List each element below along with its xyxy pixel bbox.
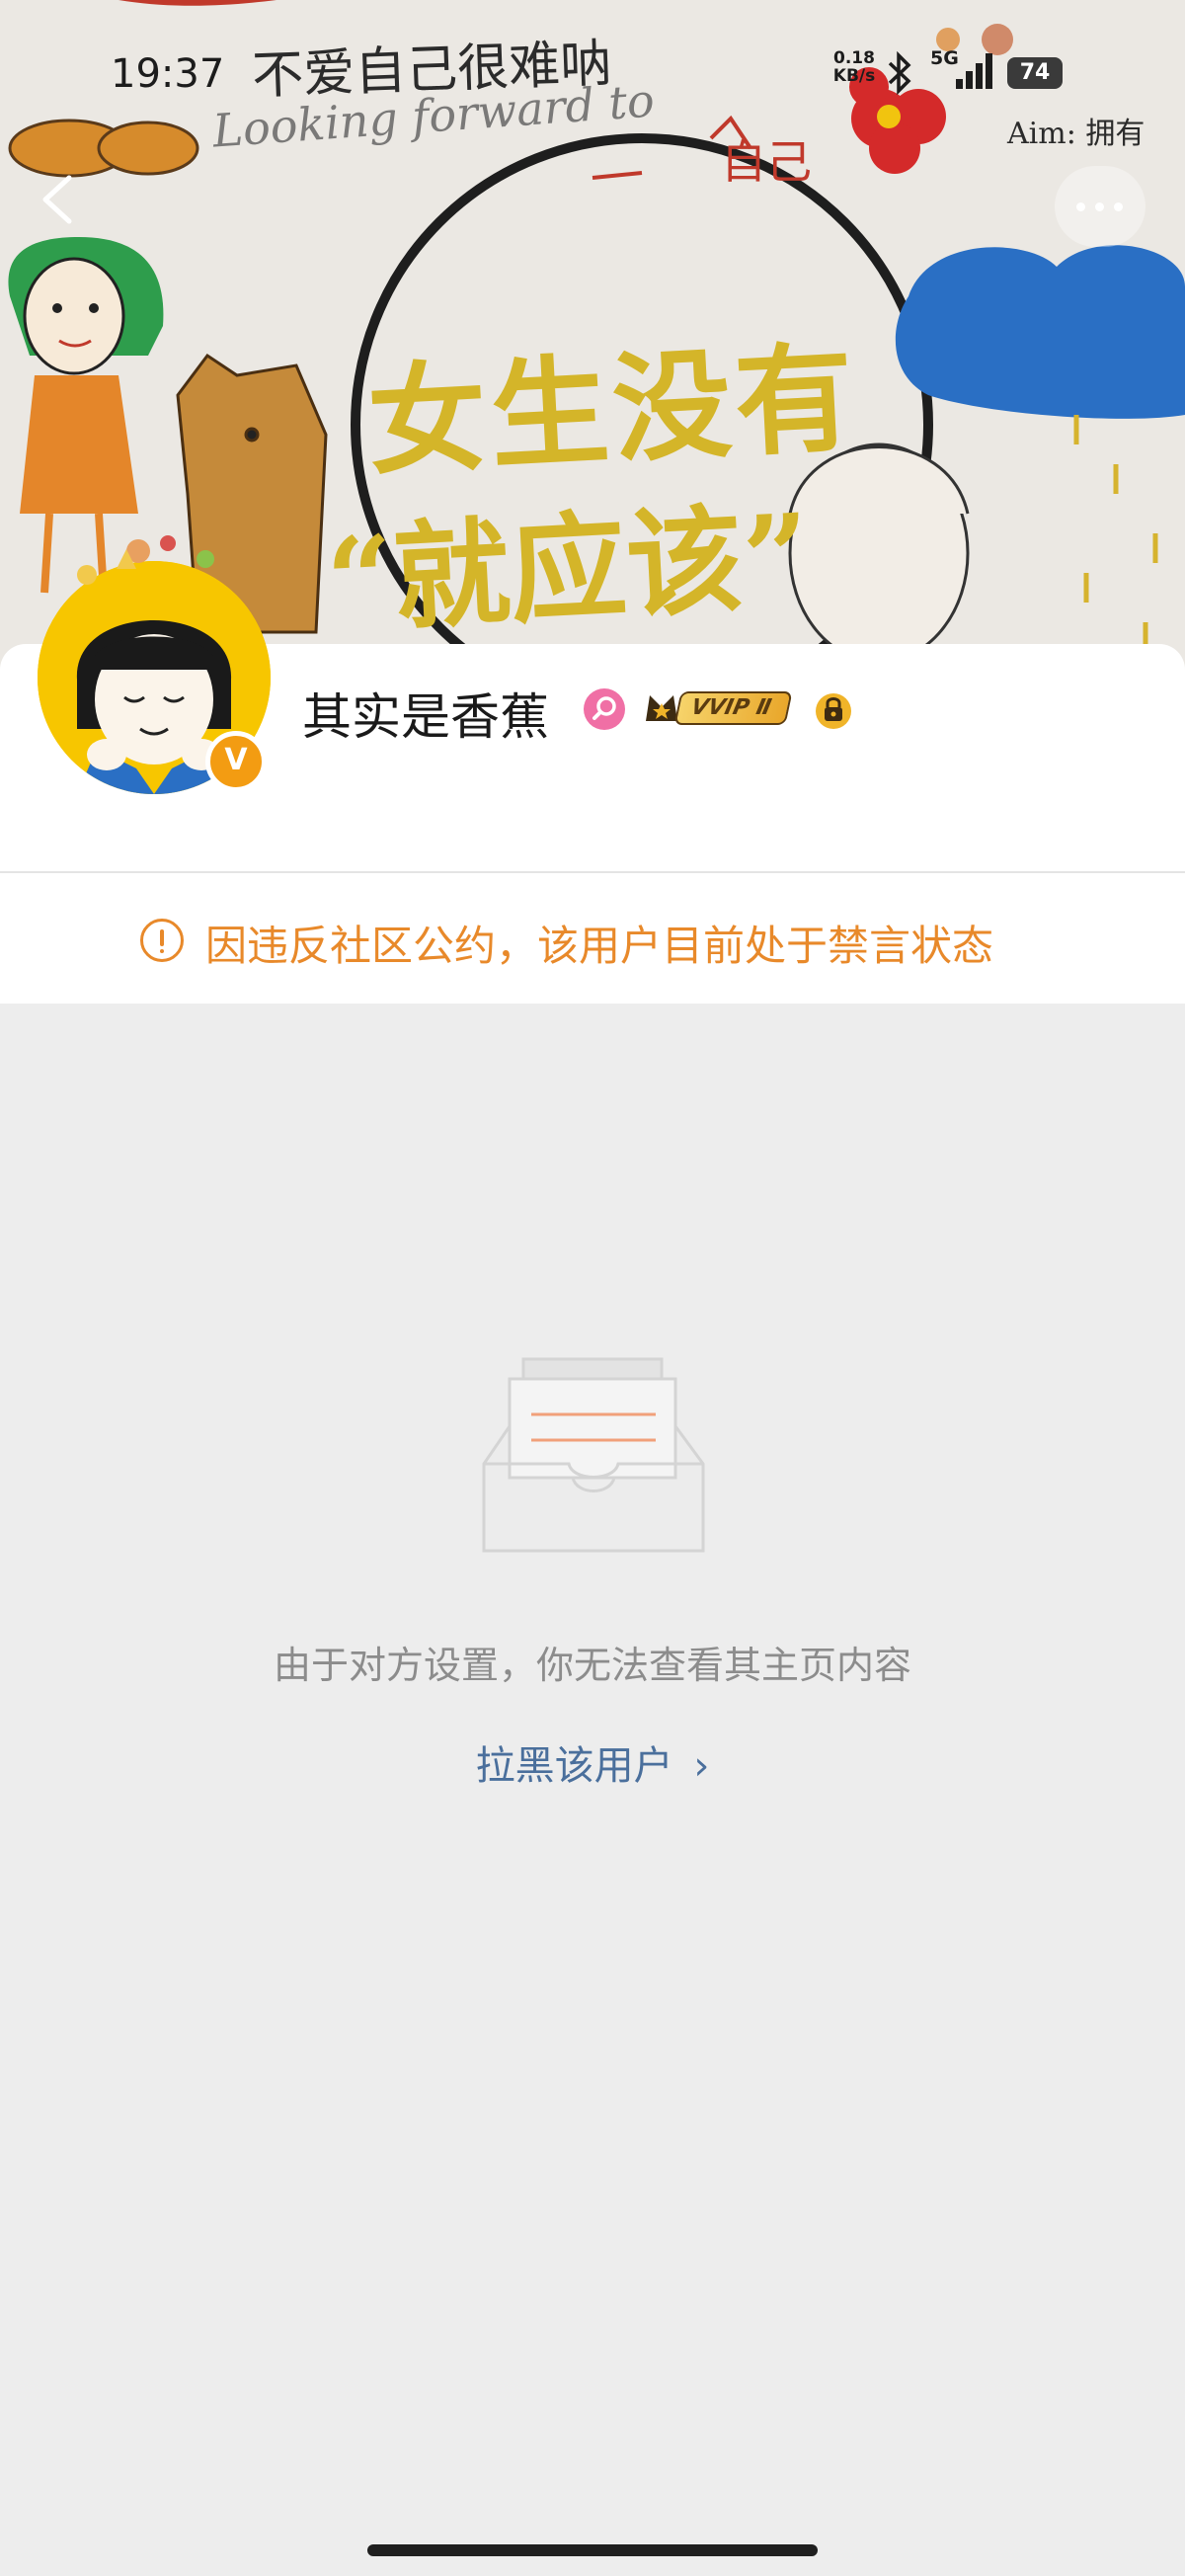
network-speed-value: 0.18 (833, 48, 875, 68)
back-arrow-icon[interactable] (30, 170, 89, 229)
empty-state-message: 由于对方设置，你无法查看其主页内容 (273, 1644, 911, 1687)
more-dots-icon (1076, 202, 1085, 211)
network-speed-unit: KB/s (832, 66, 876, 86)
crown-icon (646, 695, 677, 721)
vip-badge[interactable]: VVIP Ⅱ (642, 685, 793, 731)
network-speed: 0.18 KB/s (830, 49, 879, 85)
more-dots-icon (1114, 202, 1123, 211)
cover-headline: “就应该” (323, 487, 814, 650)
empty-inbox-icon (482, 1357, 705, 1553)
ban-notice-text: 因违反社区公约，该用户目前处于禁言状态 (205, 922, 994, 970)
search-badge-icon[interactable] (583, 687, 626, 731)
network-type: 5G (930, 47, 959, 69)
battery-indicator: 74 (1007, 57, 1063, 89)
avatar-decoration-icon (77, 535, 214, 585)
block-user-label: 拉黑该用户 (475, 1743, 673, 1789)
block-user-link[interactable]: 拉黑该用户 › (0, 1733, 1185, 1791)
bluetooth-icon (888, 51, 911, 95)
profile-name: 其实是香蕉 (302, 688, 549, 746)
more-dots-icon (1095, 202, 1104, 211)
vip-label: VVIP Ⅱ (673, 691, 793, 725)
more-options-button[interactable] (1055, 166, 1146, 247)
exclamation-circle-icon (140, 919, 184, 962)
status-bar: 19:37 0.18 KB/s 5G 74 (0, 0, 1185, 148)
status-time: 19:37 (111, 51, 225, 97)
home-indicator[interactable] (367, 2544, 818, 2556)
chevron-right-icon: › (693, 1743, 710, 1789)
lock-badge-icon[interactable] (812, 687, 855, 731)
verified-badge-icon: V (205, 731, 267, 792)
